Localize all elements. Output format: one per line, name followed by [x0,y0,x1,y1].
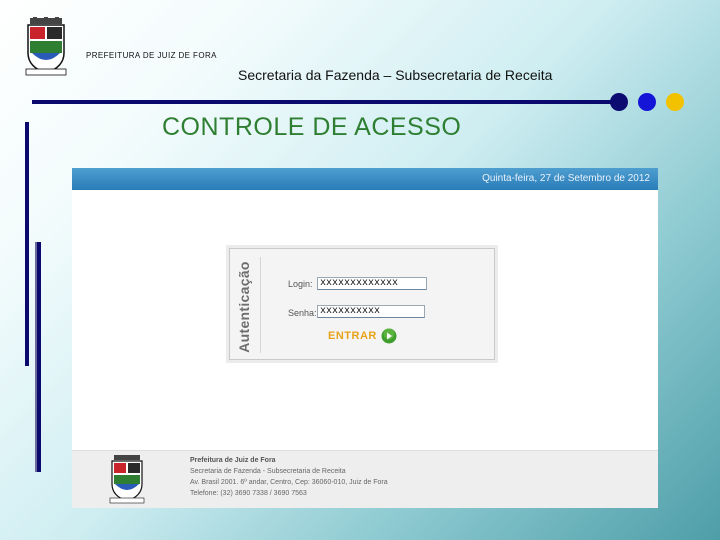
footer-address: Av. Brasil 2001. 6º andar, Centro, Cep: … [190,479,388,486]
blue-dot-decoration [638,93,656,111]
slide-subtitle: Secretaria da Fazenda – Subsecretaria de… [238,67,553,83]
panel-separator [260,257,261,353]
organization-name: PREFEITURA DE JUIZ DE FORA [86,51,217,60]
arrow-right-circle-icon [381,328,397,344]
entrar-button-label: ENTRAR [328,330,377,342]
navy-dot-decoration [610,93,628,111]
entrar-button[interactable]: ENTRAR [328,328,397,344]
footer-coat-of-arms-logo [109,455,145,504]
login-page-screenshot: Quinta-feira, 27 de Setembro de 2012 Aut… [72,168,658,508]
login-panel: Autenticação Login: xxxxxxxxxxxxx Senha:… [229,248,495,360]
footer-phone: Telefone: (32) 3690 7338 / 3690 7563 [190,490,307,497]
footer-department: Secretaria de Fazenda - Subsecretaria de… [190,468,346,475]
current-date: Quinta-feira, 27 de Setembro de 2012 [482,173,650,184]
site-header-bar: Quinta-feira, 27 de Setembro de 2012 [72,168,658,190]
left-vertical-bar [25,122,29,366]
coat-of-arms-logo [25,17,67,76]
footer-org-name: Prefeitura de Juiz de Fora [190,457,276,464]
password-input[interactable]: xxxxxxxxxx [317,305,425,318]
login-input[interactable]: xxxxxxxxxxxxx [317,277,427,290]
password-label: Senha: [288,308,317,318]
site-footer: Prefeitura de Juiz de Fora Secretaria de… [72,450,658,508]
header-divider [32,100,622,104]
authentication-heading: Autenticação [236,261,252,353]
login-label: Login: [288,279,313,289]
left-vertical-bar-secondary [35,242,41,472]
yellow-dot-decoration [666,93,684,111]
page-title: CONTROLE DE ACESSO [162,113,462,141]
